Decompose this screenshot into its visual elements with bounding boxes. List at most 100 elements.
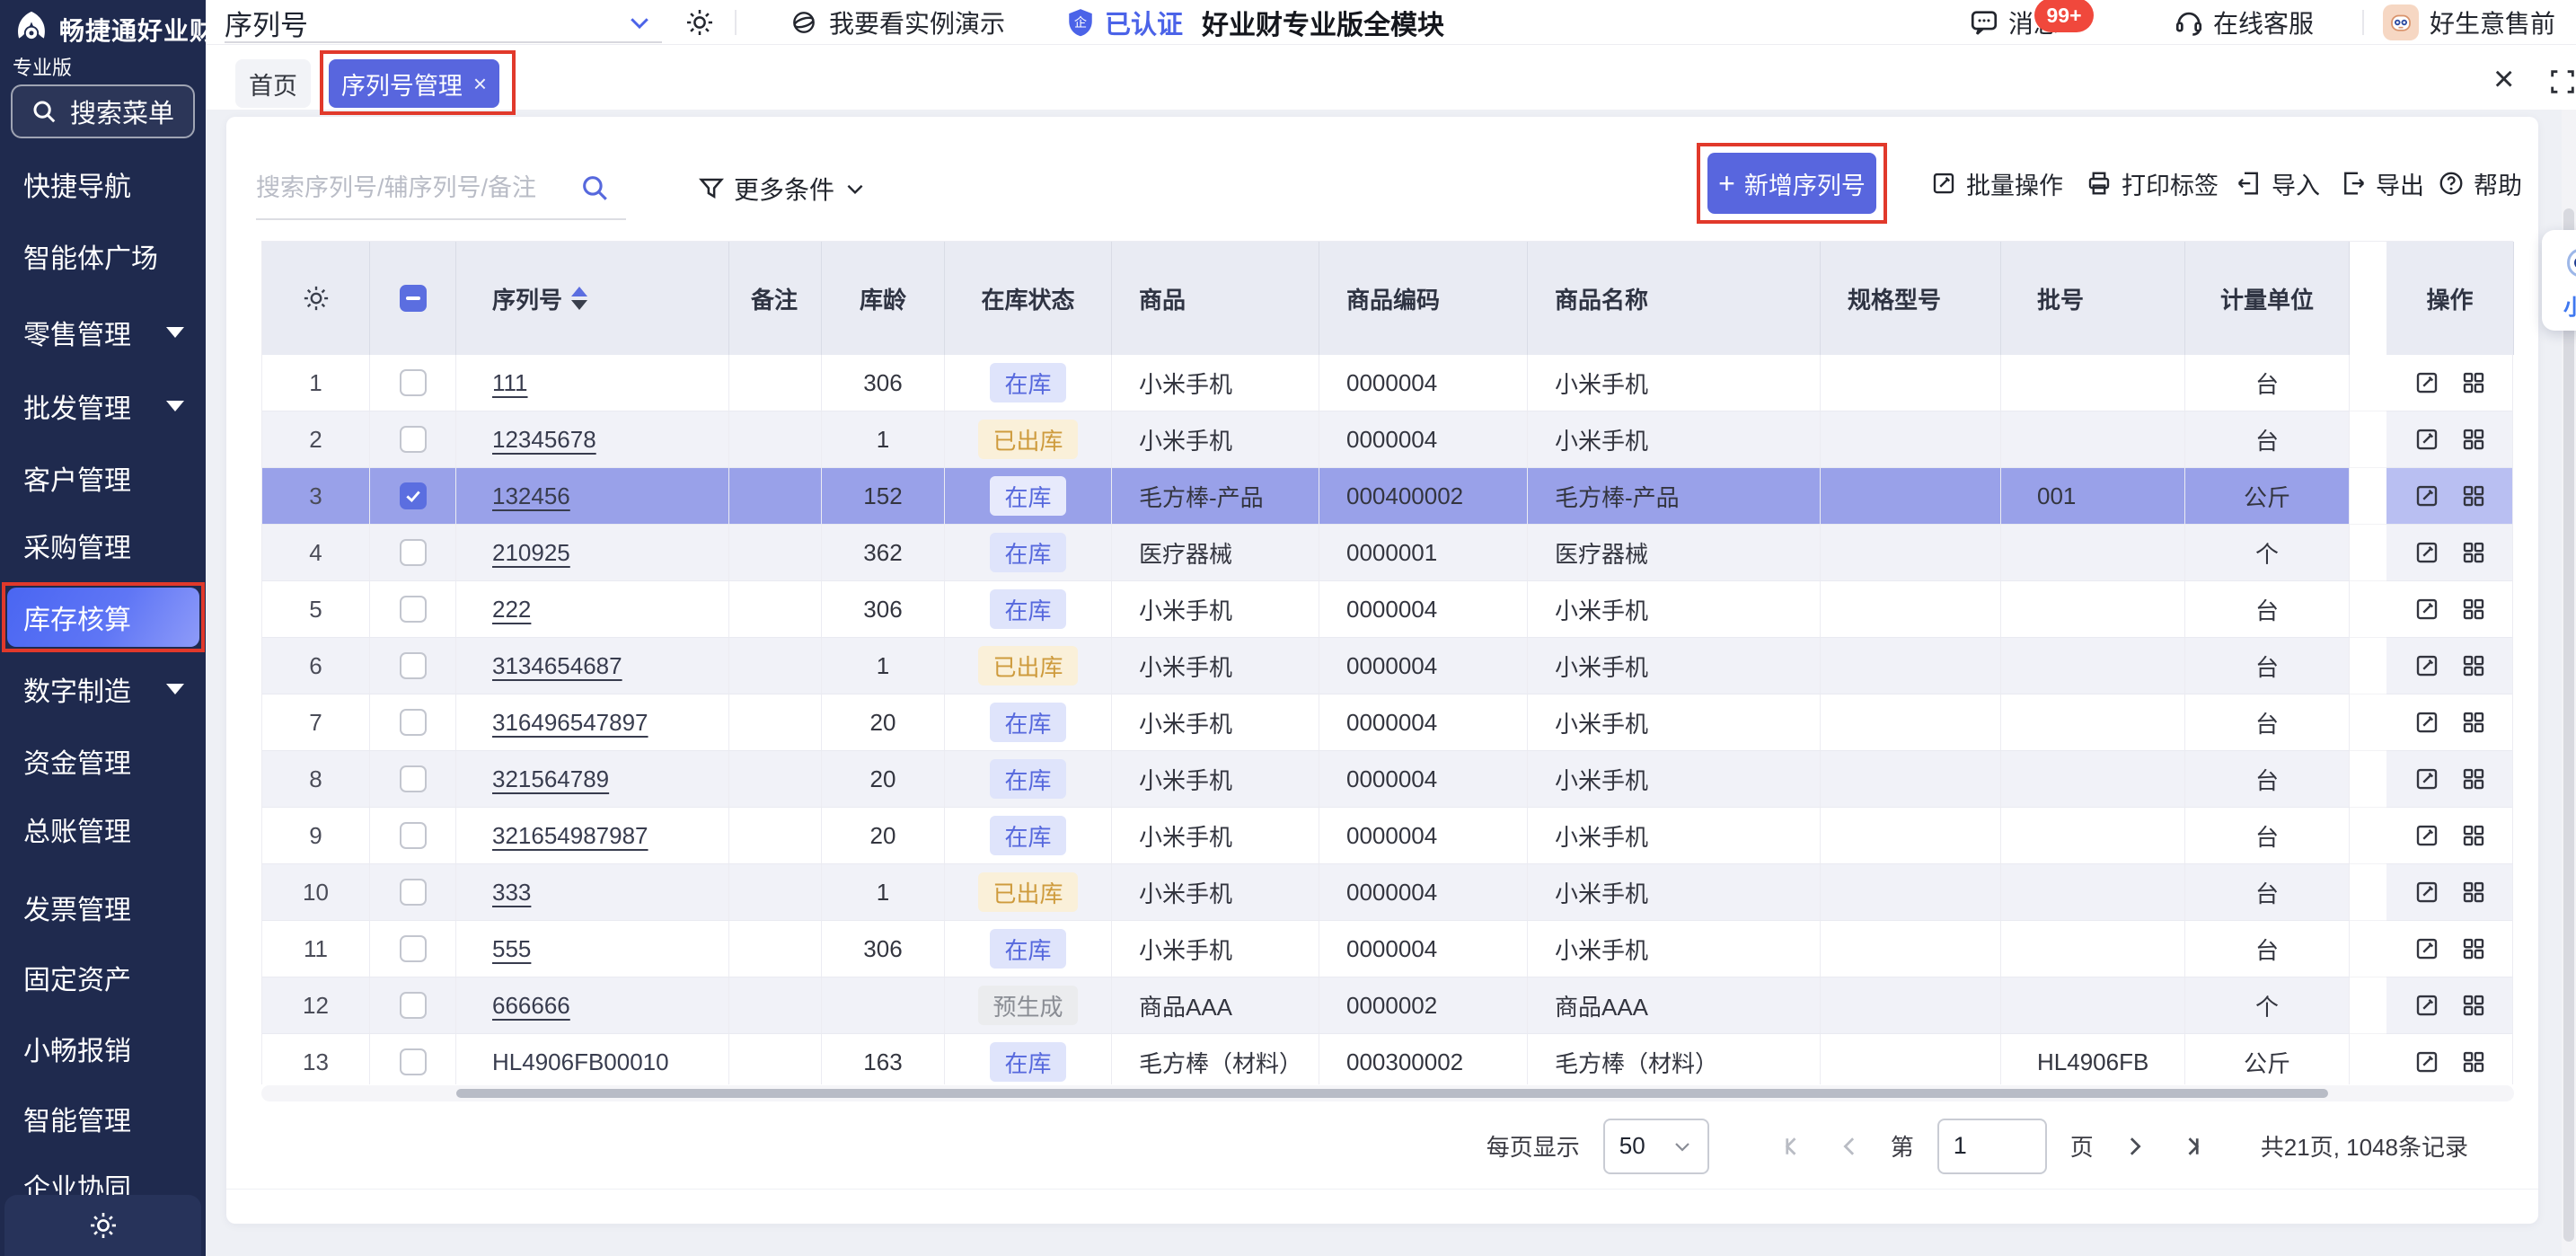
sort-icons[interactable]: [571, 287, 587, 310]
topbar-settings-button[interactable]: [685, 0, 714, 45]
sidebar-item-13[interactable]: 智能管理: [0, 1083, 206, 1154]
row-more-grid-icon[interactable]: [2458, 424, 2489, 455]
verified-badge[interactable]: 企 已认证: [1065, 0, 1183, 45]
row-edit-icon[interactable]: [2412, 820, 2442, 851]
demo-link[interactable]: 我要看实例演示: [790, 0, 1005, 45]
serial-number-link[interactable]: 321564789: [492, 765, 609, 793]
more-filters-button[interactable]: 更多条件: [698, 157, 867, 220]
sidebar-item-10[interactable]: 发票管理: [0, 871, 206, 943]
row-more-grid-icon[interactable]: [2458, 367, 2489, 398]
module-dropdown[interactable]: 序列号: [225, 0, 308, 45]
tab-home[interactable]: 首页: [235, 59, 311, 108]
table-row[interactable]: 2123456781已出库小米手机0000004小米手机台: [262, 411, 2512, 468]
export-button[interactable]: 导出: [2340, 153, 2424, 214]
serial-number-link[interactable]: 132456: [492, 482, 570, 510]
column-header-code[interactable]: 商品编码: [1319, 242, 1528, 355]
sidebar-item-4[interactable]: 客户管理: [0, 442, 206, 514]
support-button[interactable]: 在线客服: [2174, 0, 2314, 45]
sidebar-settings-bar[interactable]: [4, 1195, 201, 1256]
row-edit-icon[interactable]: [2412, 481, 2442, 511]
prev-page-button[interactable]: [1833, 1125, 1867, 1168]
row-more-grid-icon[interactable]: [2458, 764, 2489, 794]
sidebar-item-2[interactable]: 零售管理: [0, 296, 206, 368]
table-row[interactable]: 11555306在库小米手机0000004小米手机台: [262, 921, 2512, 977]
row-more-grid-icon[interactable]: [2458, 820, 2489, 851]
serial-number-link[interactable]: 210925: [492, 539, 570, 567]
table-row[interactable]: 832156478920在库小米手机0000004小米手机台: [262, 751, 2512, 808]
presales-button[interactable]: 好生意售前: [2383, 0, 2555, 45]
chevron-down-icon[interactable]: [626, 0, 653, 45]
row-more-grid-icon[interactable]: [2458, 877, 2489, 907]
column-header-status[interactable]: 在库状态: [945, 242, 1112, 355]
sidebar-item-7[interactable]: 数字制造: [0, 653, 206, 725]
table-row[interactable]: 1111306在库小米手机0000004小米手机台: [262, 355, 2512, 411]
row-more-grid-icon[interactable]: [2458, 537, 2489, 568]
sidebar-item-5[interactable]: 采购管理: [0, 509, 206, 581]
row-edit-icon[interactable]: [2412, 367, 2442, 398]
table-row[interactable]: 4210925362在库医疗器械0000001医疗器械个: [262, 525, 2512, 581]
column-header-serial[interactable]: 序列号: [456, 242, 729, 355]
sidebar-item-3[interactable]: 批发管理: [0, 370, 206, 442]
column-header-batch[interactable]: 批号: [2001, 242, 2185, 355]
help-button[interactable]: 帮助: [2438, 153, 2522, 214]
serial-number-link[interactable]: 3134654687: [492, 652, 622, 680]
table-row[interactable]: 12666666预生成商品AAA0000002商品AAA个: [262, 977, 2512, 1034]
close-icon[interactable]: ×: [473, 70, 487, 98]
sidebar-item-1[interactable]: 智能体广场: [0, 220, 206, 292]
sidebar-item-12[interactable]: 小畅报销: [0, 1013, 206, 1084]
first-page-button[interactable]: [1776, 1125, 1810, 1168]
sidebar-item-6[interactable]: 库存核算: [7, 588, 199, 647]
row-edit-icon[interactable]: [2412, 594, 2442, 624]
column-header-remark[interactable]: 备注: [729, 242, 822, 355]
gear-icon[interactable]: [303, 285, 330, 312]
print-labels-button[interactable]: 打印标签: [2086, 153, 2219, 214]
row-checkbox[interactable]: [400, 652, 427, 679]
table-row[interactable]: 731649654789720在库小米手机0000004小米手机台: [262, 694, 2512, 751]
add-serial-button[interactable]: + 新增序列号: [1707, 153, 1876, 214]
row-edit-icon[interactable]: [2412, 933, 2442, 964]
row-checkbox[interactable]: [400, 879, 427, 906]
row-edit-icon[interactable]: [2412, 707, 2442, 738]
row-more-grid-icon[interactable]: [2458, 481, 2489, 511]
row-checkbox[interactable]: [400, 369, 427, 396]
sidebar-item-8[interactable]: 资金管理: [0, 725, 206, 797]
row-checkbox[interactable]: [400, 426, 427, 453]
table-row[interactable]: 3132456152在库毛方棒-产品000400002毛方棒-产品001公斤: [262, 468, 2512, 525]
row-edit-icon[interactable]: [2412, 424, 2442, 455]
row-checkbox[interactable]: [400, 596, 427, 623]
row-checkbox[interactable]: [400, 765, 427, 792]
table-row[interactable]: 932165498798720在库小米手机0000004小米手机台: [262, 808, 2512, 864]
import-button[interactable]: 导入: [2236, 153, 2320, 214]
vertical-scrollbar-thumb[interactable]: [2563, 208, 2574, 1242]
row-checkbox[interactable]: [400, 482, 427, 509]
batch-actions-button[interactable]: 批量操作: [1930, 153, 2063, 214]
column-header-age[interactable]: 库龄: [822, 242, 945, 355]
column-header-name[interactable]: 商品名称: [1528, 242, 1821, 355]
column-settings-cell[interactable]: [262, 242, 370, 355]
column-header-product[interactable]: 商品: [1112, 242, 1319, 355]
row-more-grid-icon[interactable]: [2458, 990, 2489, 1021]
table-row[interactable]: 631346546871已出库小米手机0000004小米手机台: [262, 638, 2512, 694]
row-checkbox[interactable]: [400, 822, 427, 849]
assistant-widget[interactable]: 小畅: [2542, 230, 2576, 331]
row-edit-icon[interactable]: [2412, 877, 2442, 907]
row-more-grid-icon[interactable]: [2458, 933, 2489, 964]
fullscreen-icon[interactable]: [2547, 66, 2576, 97]
table-row[interactable]: 103331已出库小米手机0000004小米手机台: [262, 864, 2512, 921]
serial-number-link[interactable]: HL4906FB00010: [492, 1048, 669, 1076]
serial-number-link[interactable]: 222: [492, 596, 531, 624]
sidebar-item-9[interactable]: 总账管理: [0, 793, 206, 865]
row-edit-icon[interactable]: [2412, 650, 2442, 681]
serial-number-link[interactable]: 12345678: [492, 426, 596, 454]
serial-number-link[interactable]: 321654987987: [492, 822, 648, 850]
sidebar-item-0[interactable]: 快捷导航: [0, 148, 206, 220]
column-header-spec[interactable]: 规格型号: [1821, 242, 2001, 355]
last-page-button[interactable]: [2175, 1125, 2209, 1168]
serial-number-link[interactable]: 111: [492, 369, 528, 397]
row-checkbox[interactable]: [400, 1048, 427, 1075]
row-more-grid-icon[interactable]: [2458, 650, 2489, 681]
row-edit-icon[interactable]: [2412, 990, 2442, 1021]
row-checkbox[interactable]: [400, 539, 427, 566]
next-page-button[interactable]: [2117, 1125, 2151, 1168]
page-size-select[interactable]: 50: [1603, 1119, 1709, 1174]
